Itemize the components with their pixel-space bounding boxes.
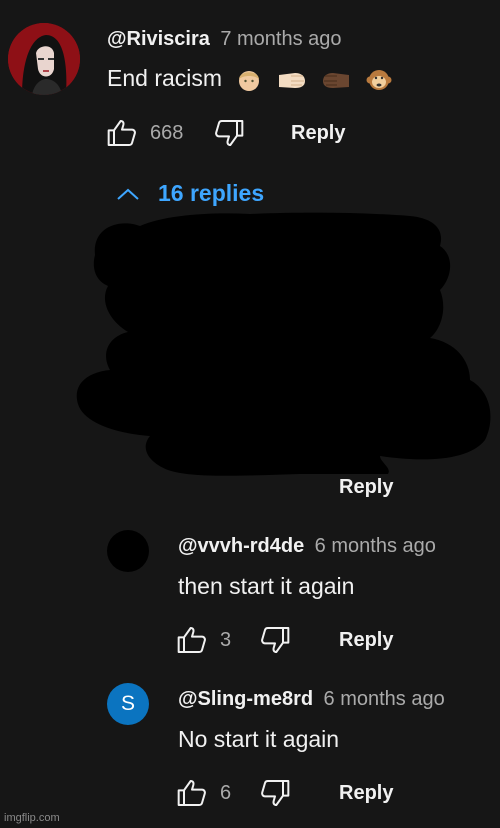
reply-author[interactable]: @vvvh-rd4de [178, 535, 304, 557]
reply-avatar[interactable] [107, 530, 149, 572]
reply-header: @vvvh-rd4de 6 months ago [178, 535, 436, 558]
reply-author[interactable]: @Sling-me8rd [178, 688, 313, 710]
thumbs-down-icon [261, 780, 290, 806]
reply-timestamp[interactable]: 6 months ago [324, 688, 445, 710]
reply-header: @Sling-me8rd 6 months ago [178, 688, 445, 711]
thumbs-up-icon [177, 780, 206, 806]
reply-avatar[interactable]: S [107, 683, 149, 725]
reply-button[interactable]: Reply [339, 782, 393, 805]
reply-button[interactable]: Reply [339, 629, 393, 652]
thumbs-down-icon [261, 627, 290, 653]
reply-text: then start it again [178, 573, 355, 599]
reply-timestamp[interactable]: 6 months ago [315, 535, 436, 557]
watermark: imgflip.com [4, 812, 60, 824]
like-button[interactable] [175, 624, 209, 661]
thumbs-up-icon [177, 627, 206, 653]
like-button[interactable] [175, 777, 209, 814]
like-count: 3 [220, 629, 232, 651]
hidden-reply-reply-button[interactable]: Reply [339, 476, 393, 499]
dislike-button[interactable] [258, 624, 292, 661]
dislike-button[interactable] [258, 777, 292, 814]
like-count: 6 [220, 782, 232, 804]
reply-text: No start it again [178, 726, 340, 752]
